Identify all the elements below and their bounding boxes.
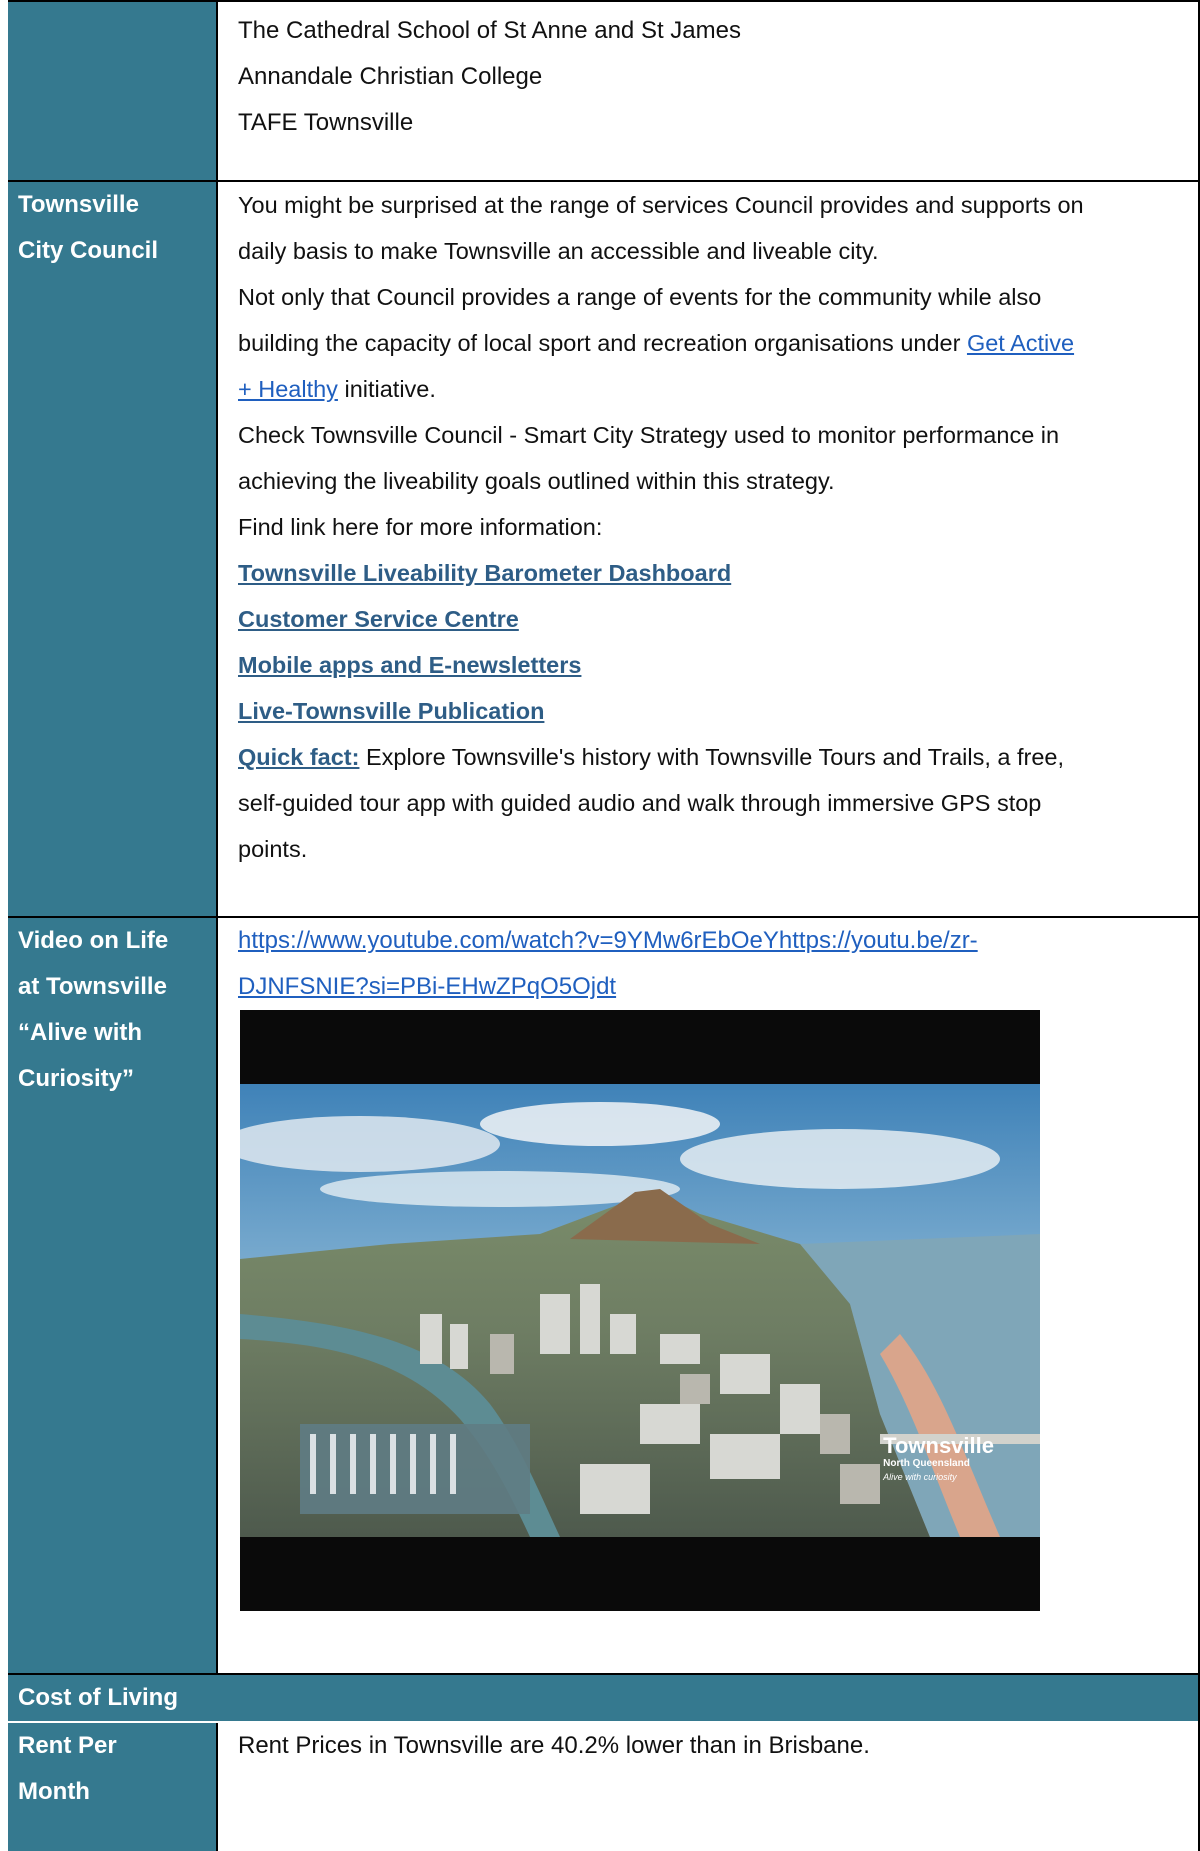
- watermark-sub: North Queensland: [883, 1458, 970, 1469]
- rent-label: Rent Per: [18, 1732, 117, 1759]
- council-text: initiative.: [337, 376, 436, 402]
- get-active-link[interactable]: Get Active: [967, 330, 1074, 356]
- video-label: Video on Life: [18, 927, 169, 954]
- video-url-link-cont[interactable]: DJNFSNIE?si=PBi-EHwZPqO5Ojdt: [238, 973, 616, 1000]
- cost-of-living-header: Cost of Living: [8, 1675, 1200, 1721]
- video-label: Curiosity”: [18, 1065, 135, 1092]
- council-label: Townsville: [18, 191, 139, 218]
- council-paragraph: building the capacity of local sport and…: [238, 320, 1190, 366]
- video-label: “Alive with: [18, 1019, 143, 1046]
- watermark-tagline: Alive with curiosity: [883, 1472, 957, 1482]
- council-paragraph: daily basis to make Townsville an access…: [238, 238, 879, 264]
- townsville-watermark: Townsville North Queensland Alive with c…: [883, 1435, 994, 1483]
- school-item: The Cathedral School of St Anne and St J…: [238, 17, 741, 44]
- live-townsville-link[interactable]: Live-Townsville Publication: [238, 698, 544, 724]
- council-paragraph: + Healthy initiative.: [238, 366, 1190, 412]
- info-table: The Cathedral School of St Anne and St J…: [8, 0, 1200, 1851]
- quick-fact-text: self-guided tour app with guided audio a…: [238, 790, 1042, 816]
- video-label-cell: Video on Life at Townsville “Alive with …: [8, 918, 218, 1673]
- schools-content-cell: The Cathedral School of St Anne and St J…: [218, 0, 1200, 180]
- customer-service-link[interactable]: Customer Service Centre: [238, 606, 519, 632]
- rent-label: Month: [18, 1778, 90, 1805]
- video-url-link[interactable]: https://www.youtube.com/watch?v=9YMw6rEb…: [238, 927, 978, 954]
- council-text: building the capacity of local sport and…: [238, 330, 967, 356]
- watermark-title: Townsville: [883, 1433, 994, 1458]
- schools-label-cell: [8, 0, 218, 180]
- school-item: TAFE Townsville: [238, 109, 414, 136]
- quick-fact: Quick fact: Explore Townsville's history…: [238, 734, 1190, 780]
- cost-of-living-title: Cost of Living: [18, 1684, 178, 1711]
- council-label: City Council: [18, 237, 159, 264]
- council-content-cell: You might be surprised at the range of s…: [218, 182, 1200, 916]
- council-paragraph: You might be surprised at the range of s…: [238, 192, 1084, 218]
- quick-fact-text: points.: [238, 836, 308, 862]
- quick-fact-text: Explore Townsville's history with Townsv…: [359, 744, 1065, 770]
- council-label-cell: Townsville City Council: [8, 182, 218, 916]
- table-top-border: [8, 0, 1200, 2]
- council-paragraph: Not only that Council provides a range o…: [238, 284, 1042, 310]
- council-paragraph: achieving the liveability goals outlined…: [238, 468, 835, 494]
- rent-content-cell: Rent Prices in Townsville are 40.2% lowe…: [218, 1723, 1200, 1851]
- school-item: Annandale Christian College: [238, 63, 543, 90]
- mobile-apps-link[interactable]: Mobile apps and E-newsletters: [238, 652, 581, 678]
- council-paragraph: Find link here for more information:: [238, 514, 603, 540]
- quick-fact-link[interactable]: Quick fact:: [238, 744, 359, 770]
- get-active-link-cont[interactable]: + Healthy: [238, 376, 338, 402]
- rent-text: Rent Prices in Townsville are 40.2% lowe…: [238, 1732, 870, 1759]
- rent-label-cell: Rent Per Month: [8, 1723, 218, 1851]
- council-paragraph: Check Townsville Council - Smart City St…: [238, 422, 1060, 448]
- video-label: at Townsville: [18, 973, 167, 1000]
- liveability-barometer-link[interactable]: Townsville Liveability Barometer Dashboa…: [238, 560, 731, 586]
- video-player[interactable]: Townsville North Queensland Alive with c…: [240, 1010, 1040, 1611]
